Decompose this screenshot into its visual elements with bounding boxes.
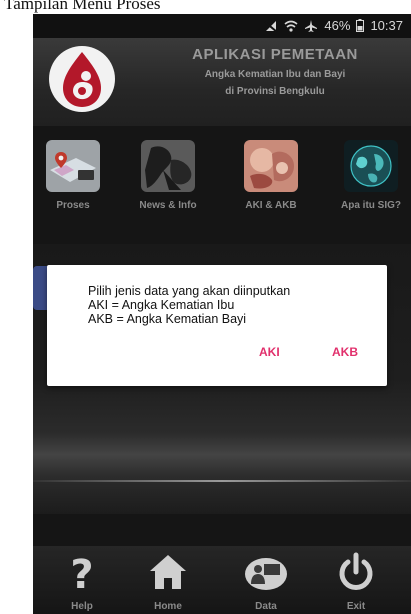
nav-data[interactable]: Data xyxy=(231,552,301,612)
app-subtitle-2: di Provinsi Bengkulu xyxy=(225,86,325,97)
baby-hands-photo-icon xyxy=(244,140,298,192)
help-question-icon: ? xyxy=(70,552,93,598)
newborn-photo-icon xyxy=(141,140,195,192)
aki-button[interactable]: AKI xyxy=(259,345,280,359)
dialog-message-line-2: AKI = Angka Kematian Ibu xyxy=(88,298,235,312)
nav-exit[interactable]: Exit xyxy=(321,552,391,612)
menu-item-apa-itu-sig[interactable]: Apa itu SIG? xyxy=(331,140,411,212)
menu-label-news-info: News & Info xyxy=(139,200,197,211)
nav-label-data: Data xyxy=(255,601,277,612)
no-signal-icon xyxy=(264,20,279,33)
home-icon xyxy=(150,555,186,589)
select-data-dialog: Pilih jenis data yang akan diinputkan AK… xyxy=(47,265,387,386)
mother-baby-logo-icon xyxy=(63,52,101,107)
phone-screen: 46% 10:37 APLIKASI PEMETAAN Angka Kemati… xyxy=(33,14,411,614)
app-header: APLIKASI PEMETAAN Angka Kematian Ibu dan… xyxy=(33,38,411,126)
app-logo xyxy=(49,46,115,112)
menu-item-news-info[interactable]: News & Info xyxy=(128,140,208,212)
figure-caption: Tampilan Menu Proses xyxy=(0,0,411,14)
battery-icon xyxy=(356,19,365,32)
power-icon xyxy=(339,552,373,590)
clock: 10:37 xyxy=(370,18,403,33)
main-menu: Proses News & Info AKI & AKB Apa itu SIG… xyxy=(33,140,411,230)
menu-item-proses[interactable]: Proses xyxy=(33,140,113,212)
nav-label-exit: Exit xyxy=(346,601,366,612)
akb-button[interactable]: AKB xyxy=(332,345,358,359)
app-subtitle-1: Angka Kematian Ibu dan Bayi xyxy=(204,69,346,80)
divider-glow xyxy=(33,480,411,482)
dialog-message: Pilih jenis data yang akan diinputkan AK… xyxy=(88,284,290,326)
globe-icon xyxy=(344,140,398,192)
menu-label-apa-itu-sig: Apa itu SIG? xyxy=(341,200,401,211)
map-pin-icon xyxy=(46,140,100,192)
status-bar: 46% 10:37 xyxy=(33,14,411,38)
status-icons: 46% 10:37 xyxy=(264,18,403,33)
nav-label-help: Help xyxy=(71,601,93,612)
header-title-block: APLIKASI PEMETAAN Angka Kematian Ibu dan… xyxy=(145,46,405,97)
nav-help[interactable]: ? Help xyxy=(47,552,117,612)
data-presentation-icon xyxy=(245,558,287,590)
wifi-icon xyxy=(284,20,298,32)
bottom-nav: ? Help Home Data Exit xyxy=(33,546,411,614)
nav-label-home: Home xyxy=(154,601,182,612)
caption-text: Tampilan Menu Proses xyxy=(4,0,161,13)
battery-percent: 46% xyxy=(324,18,351,33)
dialog-message-line-3: AKB = Angka Kematian Bayi xyxy=(88,312,247,326)
menu-label-proses: Proses xyxy=(56,200,90,211)
app-title: APLIKASI PEMETAAN xyxy=(192,46,358,63)
nav-home[interactable]: Home xyxy=(133,552,203,612)
svg-text:?: ? xyxy=(70,552,93,592)
dialog-message-line-1: Pilih jenis data yang akan diinputkan xyxy=(88,284,291,298)
menu-label-aki-akb: AKI & AKB xyxy=(245,200,297,211)
menu-item-aki-akb[interactable]: AKI & AKB xyxy=(231,140,311,212)
airplane-mode-icon xyxy=(305,19,318,32)
